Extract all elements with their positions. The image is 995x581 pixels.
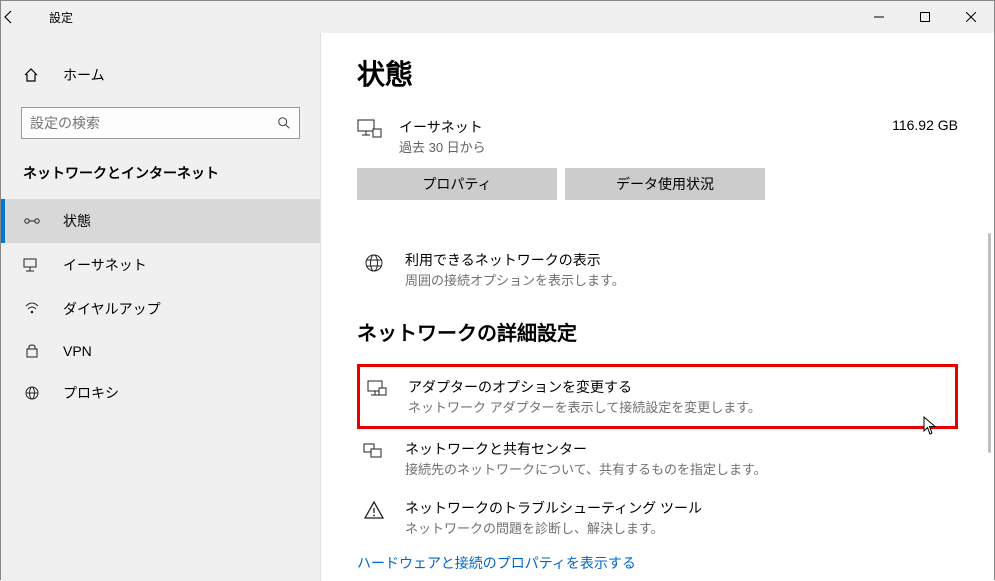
dialup-icon: [23, 302, 41, 316]
scrollbar[interactable]: [988, 233, 991, 453]
category-title: ネットワークとインターネット: [1, 151, 320, 199]
adapter-sub: ネットワーク アダプターを表示して接続設定を変更します。: [408, 397, 761, 416]
nav-dialup[interactable]: ダイヤルアップ: [1, 287, 320, 331]
vpn-icon: [23, 344, 41, 358]
sharing-icon: [363, 439, 387, 461]
titlebar: 設定: [1, 1, 994, 33]
nav-vpn[interactable]: VPN: [1, 331, 320, 371]
nav-label: プロキシ: [63, 383, 119, 403]
home-link[interactable]: ホーム: [1, 57, 320, 93]
show-networks-link[interactable]: 利用できるネットワークの表示 周囲の接続オプションを表示します。: [357, 240, 958, 299]
sharing-sub: 接続先のネットワークについて、共有するものを指定します。: [405, 459, 767, 478]
nav-label: ダイヤルアップ: [63, 299, 161, 319]
hardware-properties-link[interactable]: ハードウェアと接続のプロパティを表示する: [357, 547, 636, 579]
minimize-button[interactable]: [856, 1, 902, 33]
network-name: イーサネット: [399, 117, 850, 137]
network-summary: イーサネット 過去 30 日から 116.92 GB: [357, 117, 958, 156]
show-networks-title: 利用できるネットワークの表示: [405, 250, 625, 270]
network-usage: 116.92 GB: [868, 117, 958, 133]
search-input[interactable]: [30, 115, 291, 131]
home-label: ホーム: [63, 65, 105, 85]
nav-label: 状態: [63, 211, 91, 231]
show-networks-sub: 周囲の接続オプションを表示します。: [405, 270, 625, 289]
home-icon: [23, 67, 41, 83]
properties-button[interactable]: プロパティ: [357, 168, 557, 200]
button-row: プロパティ データ使用状況: [357, 168, 958, 200]
status-icon: [23, 214, 41, 228]
adapter-title: アダプターのオプションを変更する: [408, 377, 761, 397]
proxy-icon: [23, 386, 41, 400]
troubleshoot-sub: ネットワークの問題を診断し、解決します。: [405, 518, 702, 537]
nav-proxy[interactable]: プロキシ: [1, 371, 320, 415]
nav-label: イーサネット: [63, 255, 147, 275]
nav-label: VPN: [63, 343, 92, 359]
adapter-options-link[interactable]: アダプターのオプションを変更する ネットワーク アダプターを表示して接続設定を変…: [357, 364, 958, 429]
ethernet-monitor-icon: [357, 117, 381, 141]
adapter-icon: [366, 377, 390, 399]
nav-ethernet[interactable]: イーサネット: [1, 243, 320, 287]
data-usage-button[interactable]: データ使用状況: [565, 168, 765, 200]
network-sub: 過去 30 日から: [399, 137, 850, 156]
sidebar: ホーム ネットワークとインターネット 状態 イーサネット ダイヤルアップ: [1, 33, 321, 581]
troubleshoot-link[interactable]: ネットワークのトラブルシューティング ツール ネットワークの問題を診断し、解決し…: [357, 488, 958, 547]
back-button[interactable]: [1, 9, 45, 25]
sharing-center-link[interactable]: ネットワークと共有センター 接続先のネットワークについて、共有するものを指定しま…: [357, 429, 958, 488]
search-icon: [277, 116, 291, 130]
ethernet-icon: [23, 258, 41, 272]
advanced-section-heading: ネットワークの詳細設定: [357, 317, 958, 346]
troubleshoot-title: ネットワークのトラブルシューティング ツール: [405, 498, 702, 518]
close-button[interactable]: [948, 1, 994, 33]
nav-status[interactable]: 状態: [1, 199, 320, 243]
content-area: 状態 イーサネット 過去 30 日から 116.92 GB プロパティ データ使…: [321, 33, 994, 581]
window-controls: [856, 1, 994, 33]
globe-icon: [363, 250, 387, 274]
search-box[interactable]: [21, 107, 300, 139]
page-heading: 状態: [357, 53, 958, 93]
maximize-button[interactable]: [902, 1, 948, 33]
sharing-title: ネットワークと共有センター: [405, 439, 767, 459]
warning-icon: [363, 498, 387, 520]
window-title: 設定: [49, 9, 73, 26]
